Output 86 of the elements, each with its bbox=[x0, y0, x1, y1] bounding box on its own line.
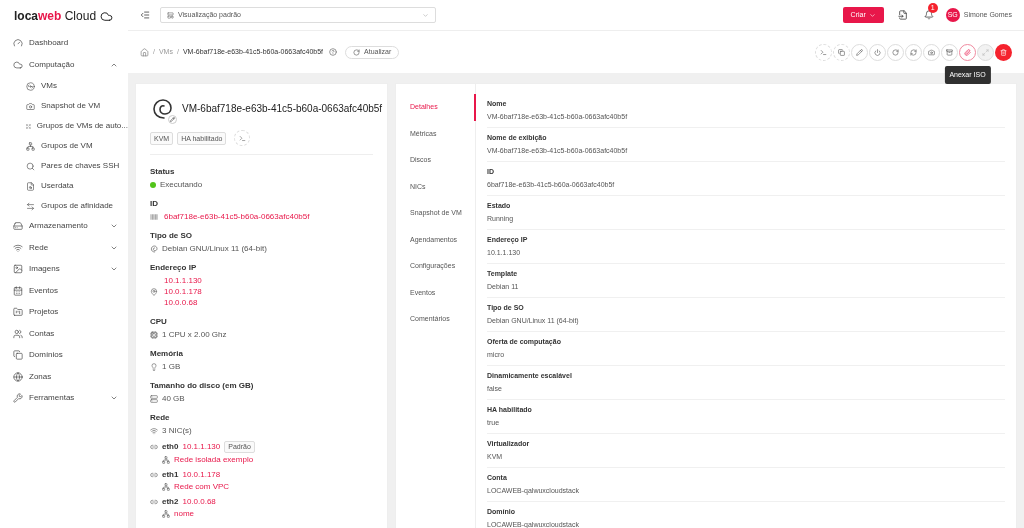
action-icon bbox=[820, 48, 827, 56]
field-label: Tipo de SO bbox=[150, 231, 194, 241]
id-link[interactable]: 6baf718e-e63b-41c5-b60a-0663afc40b5f bbox=[164, 212, 310, 222]
refresh-icon bbox=[353, 48, 360, 56]
memory-text: 1 GB bbox=[162, 362, 181, 372]
pencil-icon bbox=[170, 117, 175, 122]
sidebar-item[interactable]: Contas bbox=[0, 323, 128, 344]
logo-text: locaweb Cloud bbox=[14, 8, 97, 25]
sidebar-subitem[interactable]: Userdata bbox=[0, 176, 128, 196]
network-link[interactable]: Rede com VPC bbox=[174, 482, 230, 492]
sidebar-item[interactable]: Imagens bbox=[0, 259, 128, 279]
ip-link[interactable]: 10.0.1.178 bbox=[164, 287, 202, 297]
action-icon bbox=[982, 48, 989, 56]
bulb-icon bbox=[150, 363, 158, 371]
sidebar-item[interactable]: Domínios bbox=[0, 345, 128, 365]
sidebar-item[interactable]: Armazenamento bbox=[0, 216, 128, 236]
sidebar-subitem[interactable]: VMs bbox=[0, 76, 128, 96]
disk-text: 40 GB bbox=[162, 394, 185, 404]
os-text: Debian GNU/Linux 11 (64-bit) bbox=[162, 244, 267, 254]
action-icon bbox=[946, 48, 953, 56]
sidebar-subitem[interactable]: Pares de chaves SSH bbox=[0, 156, 128, 176]
barcode-icon bbox=[150, 213, 158, 221]
field-label: ID bbox=[150, 199, 159, 209]
cpu-text: 1 CPU x 2.00 Ghz bbox=[162, 330, 227, 340]
disk-icon bbox=[150, 395, 158, 403]
field-label: CPU bbox=[150, 317, 168, 327]
nic-name: eth2 bbox=[162, 497, 179, 507]
sidebar-subitem[interactable]: Grupos de afinidade bbox=[0, 196, 128, 216]
action-icon bbox=[928, 48, 935, 56]
sidebar-subitem[interactable]: Grupos de VMs de auto... bbox=[0, 116, 128, 136]
debian-logo-icon bbox=[150, 245, 158, 253]
action-icon bbox=[892, 48, 899, 56]
action-icon bbox=[838, 48, 845, 56]
debian-logo-icon bbox=[150, 96, 174, 122]
action-icon bbox=[1000, 48, 1007, 56]
sidebar-item[interactable]: Dashboard bbox=[0, 33, 128, 53]
terminal-icon bbox=[238, 134, 246, 142]
vm-name: VM-6baf718e-e63b-41c5-b60a-0663afc40b5f bbox=[182, 104, 383, 114]
field-label: Rede bbox=[150, 413, 171, 423]
sidebar-item[interactable]: Projetos bbox=[0, 302, 128, 322]
action-icon bbox=[856, 48, 863, 56]
sidebar-item[interactable]: Ferramentas bbox=[0, 388, 128, 408]
chevron-down-icon bbox=[868, 11, 876, 19]
link-icon bbox=[150, 443, 158, 451]
action-icon bbox=[964, 48, 971, 56]
network-icon bbox=[162, 510, 170, 518]
nic-count: 3 NIC(s) bbox=[162, 426, 192, 436]
nic-ip-link[interactable]: 10.1.1.130 bbox=[182, 442, 221, 452]
import-icon[interactable] bbox=[897, 10, 908, 20]
location-pin-icon bbox=[150, 288, 158, 296]
link-icon bbox=[150, 498, 158, 506]
link-icon bbox=[150, 471, 158, 479]
network-icon bbox=[162, 483, 170, 491]
view-icon bbox=[167, 11, 174, 19]
field-label: Status bbox=[150, 167, 176, 177]
cloud-logo-icon bbox=[100, 9, 114, 23]
home-icon[interactable] bbox=[140, 47, 149, 57]
action-button[interactable] bbox=[995, 43, 1012, 61]
nic-ip-link[interactable]: 10.0.1.178 bbox=[182, 470, 221, 480]
field-label: Memória bbox=[150, 349, 184, 359]
field-label: Endereço IP bbox=[150, 263, 198, 273]
nic-name: eth1 bbox=[162, 470, 179, 480]
sidebar-subitem[interactable]: Snapshot de VM bbox=[0, 96, 128, 116]
sidebar-item[interactable]: Eventos bbox=[0, 280, 128, 301]
ip-link[interactable]: 10.0.0.68 bbox=[164, 298, 202, 308]
network-link[interactable]: Rede isolada exemplo bbox=[174, 455, 254, 465]
wifi-icon bbox=[150, 427, 158, 435]
sidebar-item[interactable]: Computação bbox=[0, 54, 128, 75]
sidebar-item[interactable]: Rede bbox=[0, 237, 128, 258]
nic-name: eth0 bbox=[162, 442, 179, 452]
nic-ip-link[interactable]: 10.0.0.68 bbox=[182, 497, 216, 507]
field-label: Tamanho do disco (em GB) bbox=[150, 381, 255, 391]
cpu-icon bbox=[150, 331, 158, 339]
bell-icon[interactable] bbox=[923, 10, 934, 20]
action-button[interactable] bbox=[959, 43, 976, 61]
network-icon bbox=[162, 456, 170, 464]
help-icon[interactable] bbox=[329, 48, 337, 56]
chevron-down-icon bbox=[422, 11, 429, 19]
sidebar-subitem[interactable]: Grupos de VM bbox=[0, 136, 128, 156]
sidebar-item[interactable]: Zonas bbox=[0, 366, 128, 387]
action-icon bbox=[874, 48, 881, 56]
network-link[interactable]: nome bbox=[174, 509, 194, 519]
status-text: Executando bbox=[160, 180, 203, 190]
edit-icon-button[interactable] bbox=[168, 115, 177, 124]
action-icon bbox=[910, 48, 917, 56]
ip-link[interactable]: 10.1.1.130 bbox=[164, 276, 202, 286]
